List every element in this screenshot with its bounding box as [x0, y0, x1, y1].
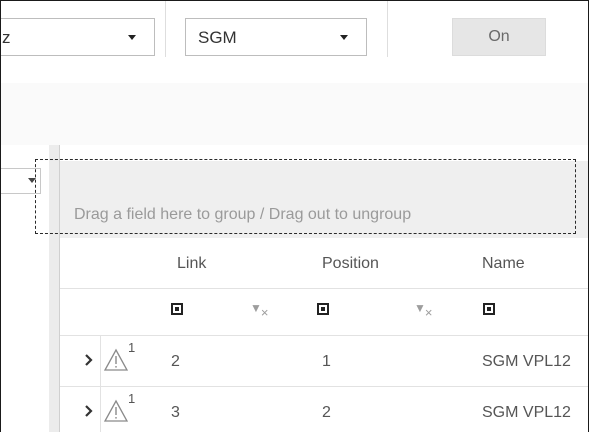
second-dropdown-value: SGM	[198, 28, 237, 47]
row-status-cell: 1	[100, 387, 161, 432]
first-dropdown-value: z	[2, 28, 11, 47]
warning-count-badge: 1	[128, 340, 136, 355]
warning-triangle-icon	[103, 348, 129, 377]
column-header-link[interactable]: Link	[177, 255, 206, 273]
filter-clear-icon[interactable]: ▼×	[414, 302, 433, 319]
toolbar: z SGM On	[1, 1, 588, 84]
chevron-right-icon[interactable]	[84, 353, 94, 367]
filter-clear-icon[interactable]: ▼×	[250, 302, 269, 319]
data-grid: Drag a field here to group / Drag out to…	[60, 145, 588, 432]
column-header-position[interactable]: Position	[322, 255, 379, 273]
cell-position: 1	[322, 353, 331, 370]
on-button[interactable]: On	[452, 18, 546, 56]
filter-row: ▼× ▼×	[60, 289, 588, 336]
chevron-down-icon	[28, 178, 36, 183]
toolbar-divider	[387, 1, 388, 57]
cell-link: 2	[171, 353, 180, 370]
cell-link: 3	[171, 404, 180, 421]
left-pane-dropdown[interactable]	[1, 168, 41, 194]
secondary-toolbar	[1, 83, 588, 146]
cell-position: 2	[322, 404, 331, 421]
group-panel[interactable]: Drag a field here to group / Drag out to…	[60, 161, 588, 239]
row-status-cell: 1	[100, 336, 161, 386]
group-panel-hint: Drag a field here to group / Drag out to…	[74, 206, 412, 223]
chevron-down-icon	[340, 35, 348, 40]
name-filter-checkbox[interactable]	[483, 303, 495, 315]
warning-count-badge: 1	[128, 391, 136, 406]
warning-triangle-icon	[103, 399, 129, 428]
table-row[interactable]: 1 3 2 SGM VPL12	[60, 387, 588, 432]
cell-name: SGM VPL12	[482, 404, 571, 421]
column-header-row: Link Position Name	[60, 238, 588, 289]
position-filter-checkbox[interactable]	[317, 303, 329, 315]
table-row[interactable]: 1 2 1 SGM VPL12	[60, 336, 588, 387]
second-dropdown[interactable]: SGM	[185, 18, 367, 56]
chevron-down-icon	[128, 35, 136, 40]
pane-splitter[interactable]	[49, 145, 60, 432]
cell-name: SGM VPL12	[482, 353, 571, 370]
toolbar-divider	[165, 1, 166, 57]
first-dropdown[interactable]: z	[1, 18, 155, 56]
left-pane	[1, 145, 50, 432]
chevron-right-icon[interactable]	[84, 404, 94, 418]
link-filter-checkbox[interactable]	[171, 303, 183, 315]
window-frame: z SGM On Drag a field here to group / Dr…	[0, 0, 589, 432]
column-header-name[interactable]: Name	[482, 255, 525, 273]
